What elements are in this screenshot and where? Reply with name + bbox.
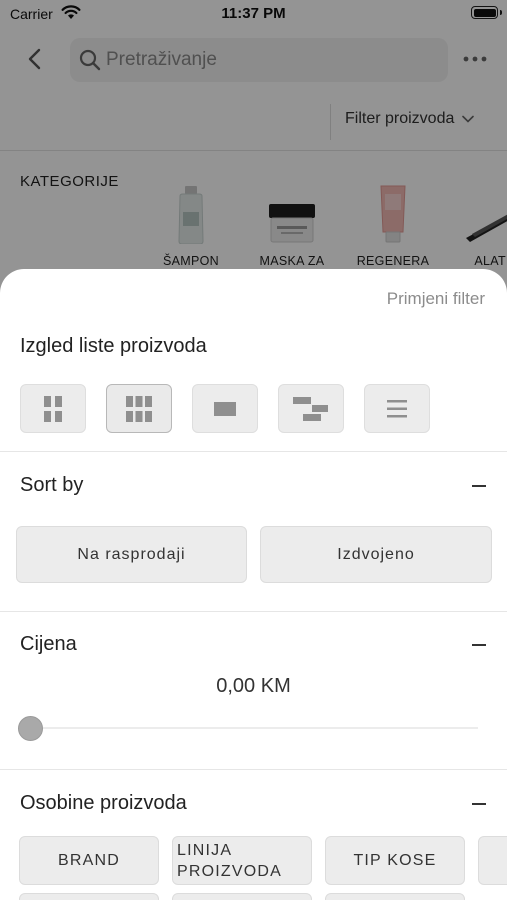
section-divider bbox=[0, 611, 507, 612]
grid-2-icon bbox=[44, 395, 62, 422]
section-divider bbox=[0, 769, 507, 770]
layout-list-lines-button[interactable] bbox=[364, 384, 430, 433]
layout-grid-2-button[interactable] bbox=[20, 384, 86, 433]
sort-featured-button[interactable]: Izdvojeno bbox=[260, 526, 492, 583]
attribute-hair-type-button[interactable]: TIP KOSE bbox=[325, 836, 465, 885]
attribute-button-partial[interactable] bbox=[172, 893, 312, 900]
list-lines-icon bbox=[387, 399, 407, 417]
minus-icon[interactable] bbox=[472, 803, 486, 805]
minus-icon[interactable] bbox=[472, 485, 486, 487]
attribute-button-partial[interactable] bbox=[325, 893, 465, 900]
price-slider-thumb[interactable] bbox=[18, 716, 43, 741]
attribute-product-line-button[interactable]: LINIJA PROIZVODA bbox=[172, 836, 312, 885]
sort-section-title: Sort by bbox=[20, 474, 84, 496]
layout-grid-3-button[interactable] bbox=[106, 384, 172, 433]
layout-section-title: Izgled liste proizvoda bbox=[20, 335, 207, 357]
single-card-icon bbox=[214, 401, 236, 416]
attribute-brand-button[interactable]: BRAND bbox=[19, 836, 159, 885]
minus-icon[interactable] bbox=[472, 644, 486, 646]
attribute-button-partial[interactable] bbox=[19, 893, 159, 900]
list-detail-icon bbox=[293, 396, 328, 421]
layout-single-card-button[interactable] bbox=[192, 384, 258, 433]
filter-sheet: Primjeni filter Izgled liste proizvoda S… bbox=[0, 269, 507, 900]
layout-list-detail-button[interactable] bbox=[278, 384, 344, 433]
layout-options bbox=[20, 384, 430, 433]
price-slider-track[interactable] bbox=[30, 727, 478, 729]
section-divider bbox=[0, 451, 507, 452]
sort-on-sale-button[interactable]: Na rasprodaji bbox=[16, 526, 247, 583]
attributes-section-title: Osobine proizvoda bbox=[20, 792, 187, 814]
attribute-more-button[interactable] bbox=[478, 836, 507, 885]
apply-filter-button[interactable]: Primjeni filter bbox=[387, 289, 485, 309]
price-value: 0,00 KM bbox=[216, 675, 291, 697]
grid-3-icon bbox=[126, 395, 152, 422]
price-section-title: Cijena bbox=[20, 633, 77, 655]
